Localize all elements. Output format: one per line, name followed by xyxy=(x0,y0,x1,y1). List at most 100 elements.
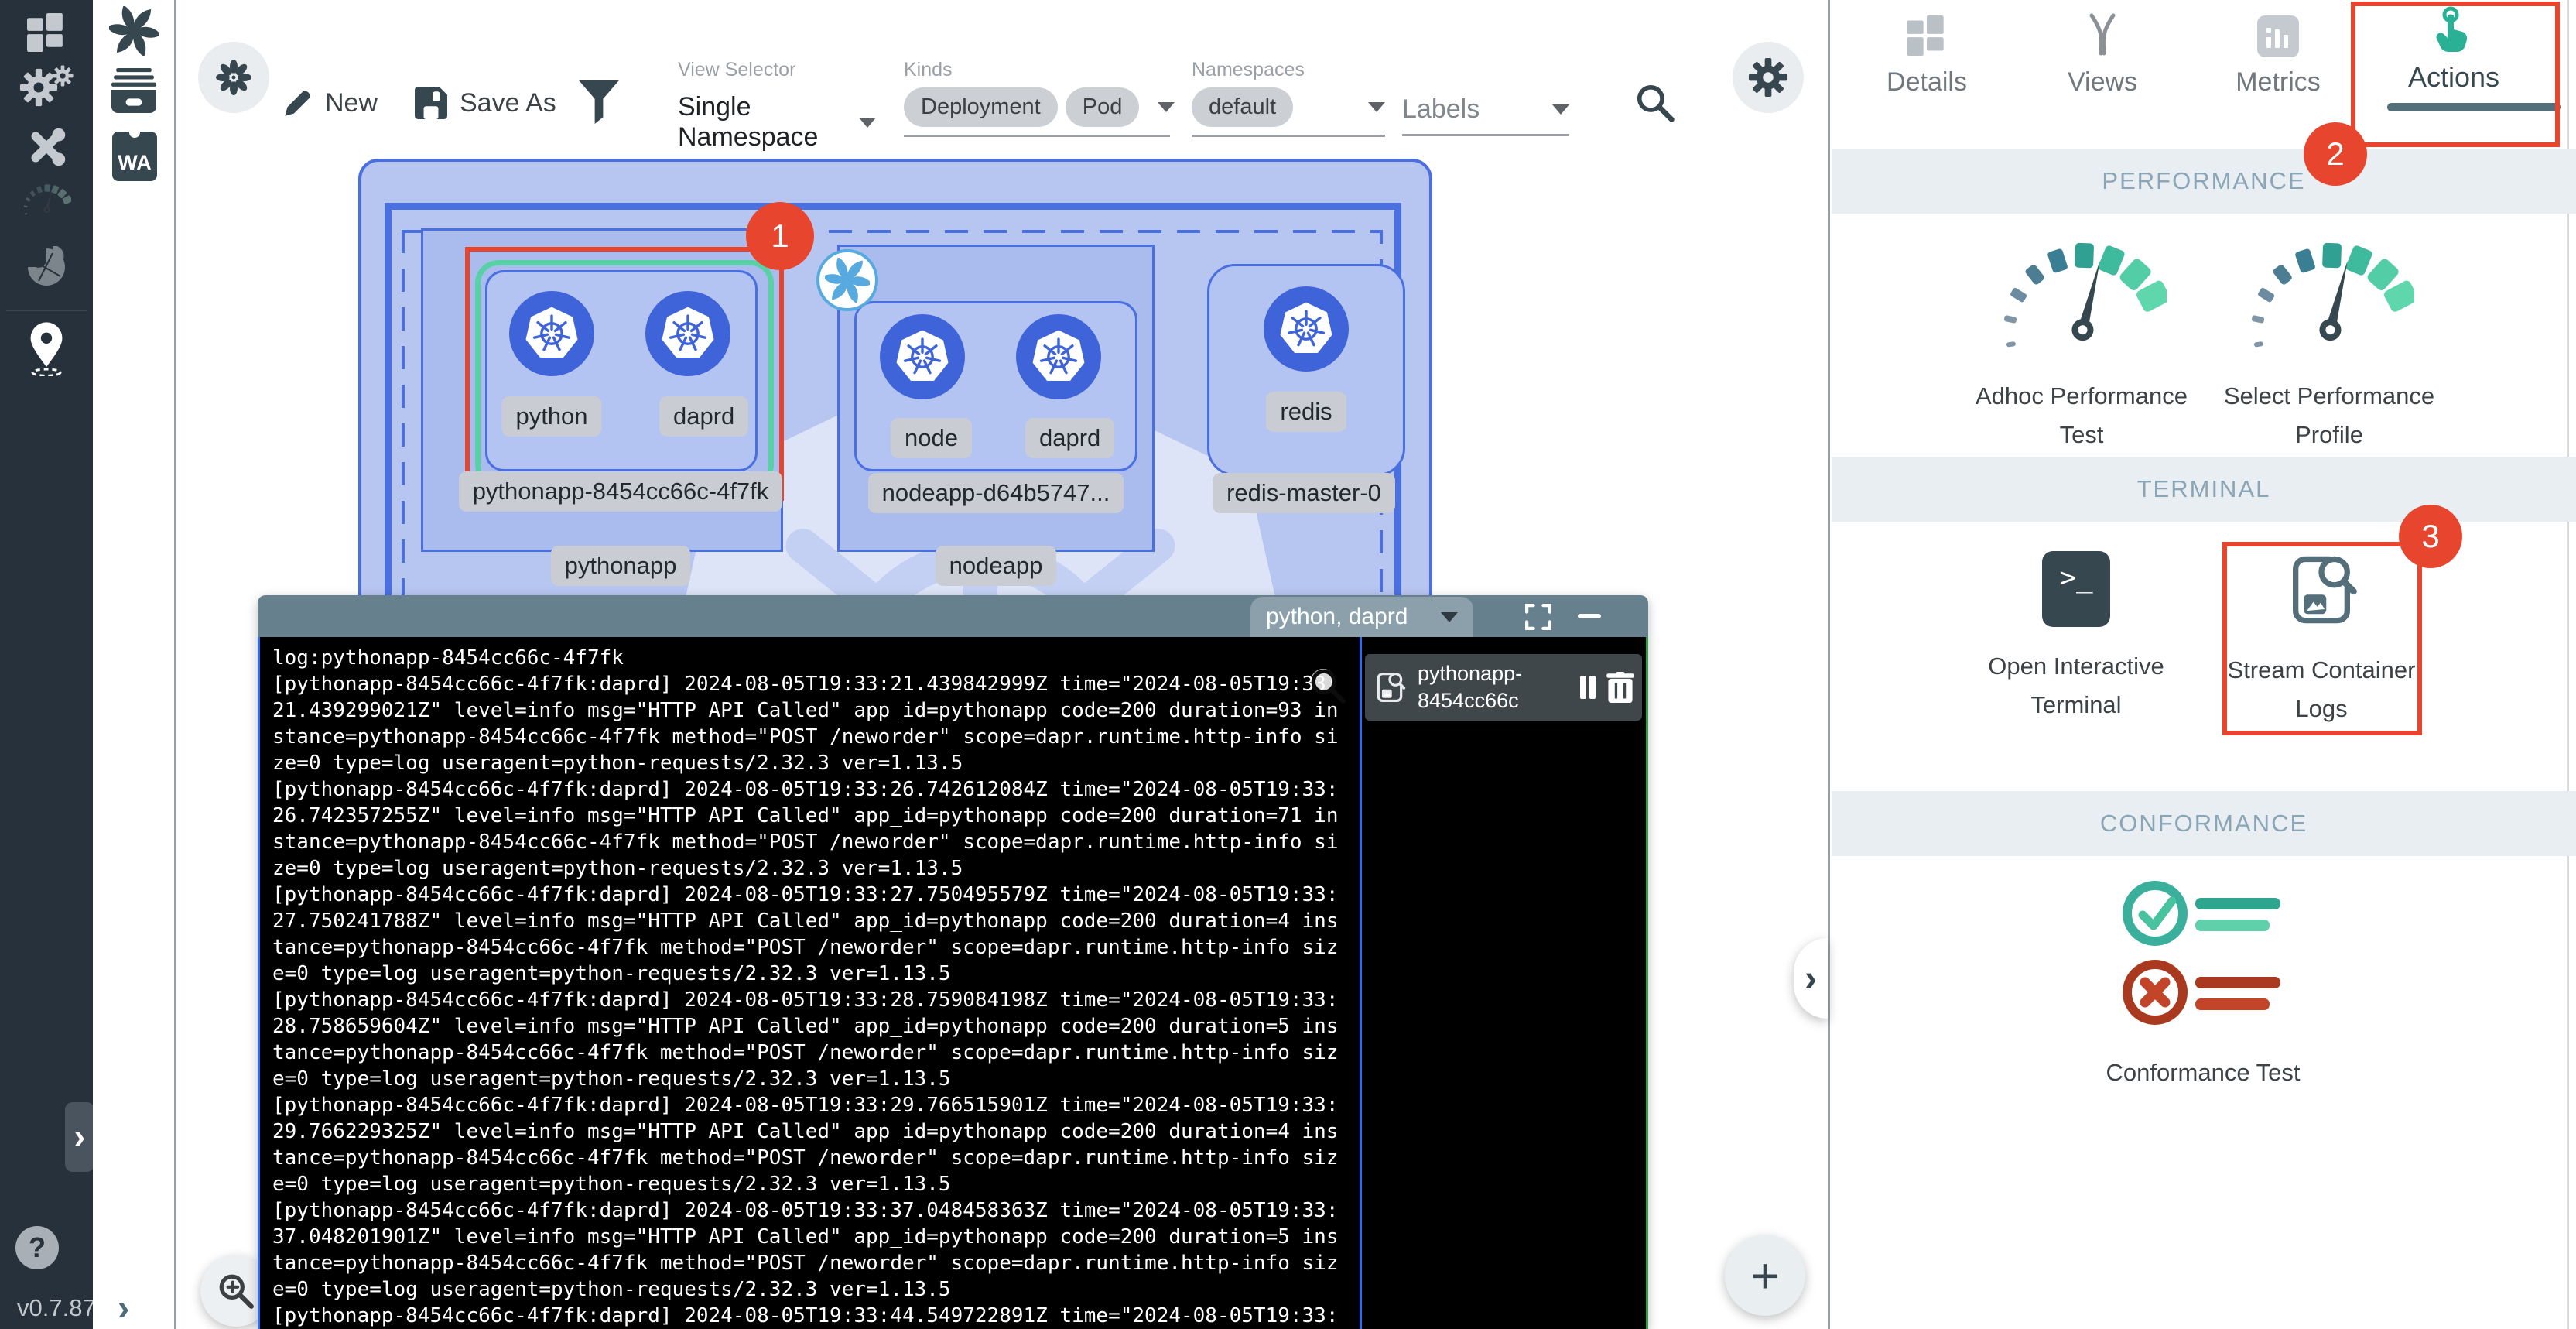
tab-views[interactable]: Views xyxy=(2036,11,2169,98)
add-button[interactable]: + xyxy=(1725,1235,1805,1316)
sidebar-item-performance[interactable] xyxy=(0,176,93,228)
fullscreen-icon[interactable] xyxy=(1525,604,1551,630)
tab-details[interactable]: Details xyxy=(1860,15,1993,98)
panel-divider xyxy=(1828,0,1830,1329)
kubernetes-icon xyxy=(892,327,953,387)
action-adhoc-performance[interactable]: Adhoc Performance Test xyxy=(1965,241,2198,454)
action-select-profile[interactable]: Select Performance Profile xyxy=(2213,241,2445,454)
minimize-icon[interactable] xyxy=(1578,614,1601,618)
container-python[interactable] xyxy=(509,291,594,376)
container-label: daprd xyxy=(659,396,748,437)
action-conformance-test[interactable]: Conformance Test xyxy=(2087,875,2319,1092)
tab-metrics[interactable]: Metrics xyxy=(2212,15,2345,98)
app-wa[interactable]: WA xyxy=(112,132,157,181)
chevron-right-icon: › xyxy=(74,1118,86,1156)
settings-button[interactable] xyxy=(1733,42,1804,113)
terminal-header[interactable]: python, daprd xyxy=(258,595,1648,637)
location-pin-icon xyxy=(24,320,69,376)
container-label: daprd xyxy=(1025,418,1114,458)
dapr-logo xyxy=(816,249,878,311)
pause-button[interactable] xyxy=(1580,676,1596,699)
kinds-field[interactable]: Kinds Deployment Pod xyxy=(904,59,1170,137)
zoom-in-icon xyxy=(217,1272,255,1310)
kubernetes-icon xyxy=(522,303,582,364)
pencil-icon xyxy=(280,87,313,119)
gear-icon xyxy=(1748,57,1788,98)
pod-pythonapp[interactable]: python daprd xyxy=(485,270,758,471)
action-label: Open Interactive Terminal xyxy=(1960,647,2192,724)
log-streams-sidebar: pythonapp- 8454cc66c xyxy=(1362,637,1646,1329)
inbox-icon xyxy=(111,68,156,113)
metrics-icon xyxy=(2257,15,2299,57)
log-stream-item[interactable]: pythonapp- 8454cc66c xyxy=(1365,654,1642,721)
search-button[interactable] xyxy=(1634,82,1676,128)
sidebar-divider xyxy=(6,310,87,311)
action-open-terminal[interactable]: >_ Open Interactive Terminal xyxy=(1960,551,2192,724)
help-button[interactable]: ? xyxy=(15,1226,59,1269)
small-gear-icon xyxy=(52,65,74,87)
namespace-chip-default[interactable]: default xyxy=(1192,87,1293,127)
container-daprd[interactable] xyxy=(645,291,730,376)
view-selector-value: Single Namespace xyxy=(678,92,859,152)
pause-icon xyxy=(1580,676,1586,699)
strip-expand-chevron[interactable]: › xyxy=(118,1286,129,1328)
sidebar-expand-handle[interactable]: › xyxy=(65,1102,94,1172)
annotation-rect-2 xyxy=(2351,2,2560,147)
log-output-area[interactable]: log:pythonapp-8454cc66c-4f7fk [pythonapp… xyxy=(260,637,1360,1329)
sidebar-item-reports[interactable] xyxy=(0,240,93,294)
labels-field[interactable]: Labels xyxy=(1402,59,1569,136)
container-node[interactable] xyxy=(880,314,965,399)
view-selector-label: View Selector xyxy=(678,59,876,81)
chevron-down-icon xyxy=(1368,102,1385,112)
log-text: log:pythonapp-8454cc66c-4f7fk [pythonapp… xyxy=(272,645,1348,1329)
container-daprd[interactable] xyxy=(1016,314,1101,399)
pie-chart-icon xyxy=(26,246,67,288)
gauge-icon xyxy=(22,183,71,221)
pod-nodeapp[interactable]: node daprd xyxy=(854,301,1137,471)
save-as-button-label: Save As xyxy=(460,88,556,118)
pause-icon xyxy=(1589,676,1596,699)
graph-mode-button[interactable] xyxy=(198,42,269,113)
app-inbox[interactable] xyxy=(111,68,156,117)
dashboard-grid-icon xyxy=(27,13,66,52)
pod-name-label: pythonapp-8454cc66c-4f7fk xyxy=(459,471,783,512)
sidebar-item-locations[interactable] xyxy=(0,317,93,379)
namespaces-underline xyxy=(1192,135,1385,137)
gauge-icon xyxy=(1996,241,2167,365)
action-label: Select Performance Profile xyxy=(2213,377,2445,454)
filter-button[interactable] xyxy=(579,80,619,128)
trash-button[interactable] xyxy=(1606,672,1634,703)
save-as-button[interactable]: Save As xyxy=(415,87,556,119)
section-conformance-header: CONFORMANCE xyxy=(1832,791,2576,856)
panel-collapse-handle[interactable]: › xyxy=(1794,938,1828,1019)
sidebar-item-dashboard[interactable] xyxy=(0,11,93,54)
container-redis[interactable] xyxy=(1264,286,1349,372)
tab-details-label: Details xyxy=(1860,67,1993,98)
terminal-right-border xyxy=(1646,637,1648,1329)
container-selector-dropdown[interactable]: python, daprd xyxy=(1250,597,1473,637)
namespaces-label: Namespaces xyxy=(1192,59,1385,81)
kind-chip-pod[interactable]: Pod xyxy=(1066,87,1140,127)
app-logo-swirl[interactable] xyxy=(109,6,159,60)
sidebar-item-tools[interactable] xyxy=(0,122,93,172)
view-selector-field[interactable]: View Selector Single Namespace xyxy=(678,59,876,164)
log-search-icon[interactable] xyxy=(1309,666,1347,705)
deployment-name-label: pythonapp xyxy=(551,546,691,586)
wa-badge-label: WA xyxy=(118,151,152,175)
pod-name-label: redis-master-0 xyxy=(1213,473,1395,513)
app-window: › ? v0.7.87 WA › xyxy=(0,0,2576,1329)
container-label: python xyxy=(501,396,601,437)
chevron-down-icon xyxy=(859,118,876,128)
tab-metrics-label: Metrics xyxy=(2212,67,2345,98)
new-button[interactable]: New xyxy=(280,87,378,119)
app-strip xyxy=(93,0,174,1329)
chevron-down-icon xyxy=(1441,612,1458,622)
stream-pod-name-line2: 8454cc66c xyxy=(1418,687,1569,714)
kind-chip-deployment[interactable]: Deployment xyxy=(904,87,1058,127)
strip-divider xyxy=(174,0,176,1329)
sidebar-item-settings[interactable] xyxy=(0,63,93,111)
pod-redis[interactable]: redis xyxy=(1207,264,1405,476)
namespaces-field[interactable]: Namespaces default xyxy=(1192,59,1385,137)
annotation-badge-1: 1 xyxy=(746,202,814,270)
kubernetes-icon xyxy=(658,303,718,364)
